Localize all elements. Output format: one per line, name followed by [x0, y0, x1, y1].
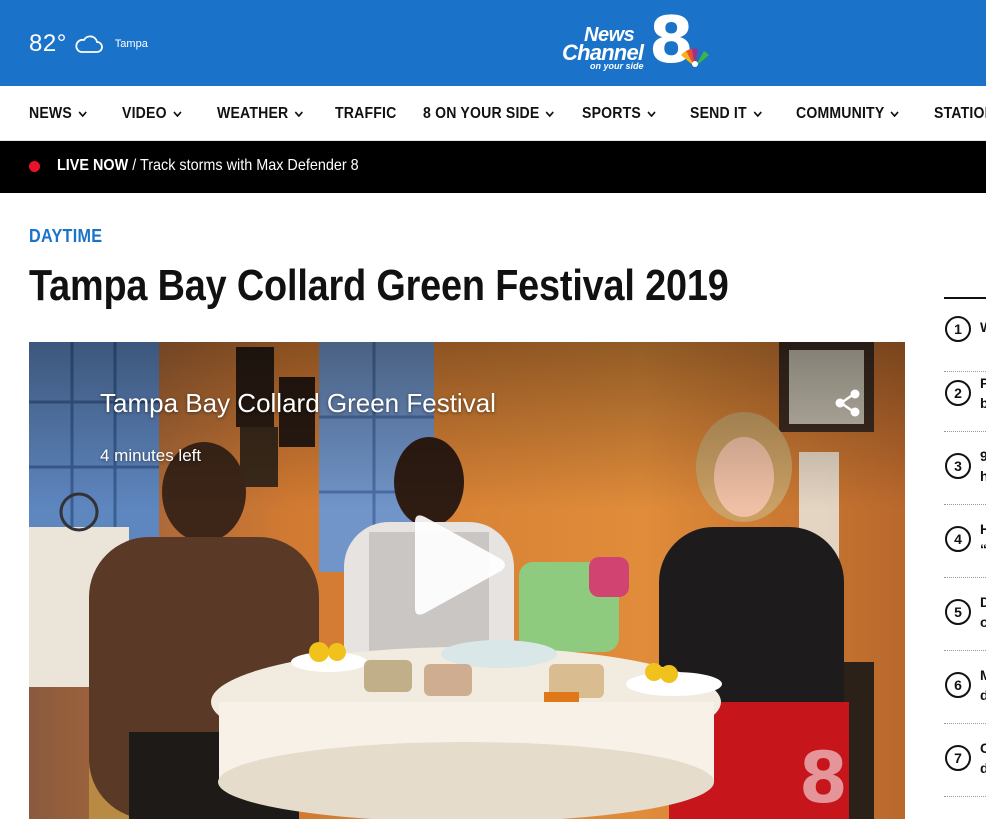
trending-item[interactable]: 2 P b [944, 359, 986, 432]
trending-rank: 6 [945, 672, 971, 698]
temperature: 82° [29, 30, 67, 57]
trending-title-line2: o [980, 614, 986, 630]
live-label: LIVE NOW [57, 157, 129, 174]
trending-rank: 4 [945, 526, 971, 552]
site-logo[interactable]: News Channel on your side 8 [562, 9, 714, 73]
chevron-down-icon [173, 111, 182, 117]
nav-item-label: WEATHER [217, 105, 289, 122]
trending-rank: 3 [945, 453, 971, 479]
nav-item-station[interactable]: STATION [934, 105, 986, 123]
trending-rank: 7 [945, 745, 971, 771]
live-now-bar[interactable]: LIVE NOW / Track storms with Max Defende… [0, 141, 986, 193]
trending-item[interactable]: 6 M d [944, 651, 986, 724]
chevron-down-icon [294, 111, 304, 117]
nav-item-label: STATION [934, 105, 986, 122]
nav-item-label: TRAFFIC [335, 105, 397, 122]
trending-title-line2: “ [980, 541, 986, 557]
nav-item-label: SEND IT [690, 105, 747, 122]
article-category[interactable]: DAYTIME [29, 226, 102, 247]
trending-title-line2: b [980, 395, 986, 411]
trending-rank: 5 [945, 599, 971, 625]
trending-title-line2: d [980, 760, 986, 776]
trending-title-line2: h [980, 468, 986, 484]
live-separator: / [128, 157, 140, 174]
chevron-down-icon [753, 111, 762, 117]
nav-item-weather[interactable]: WEATHER [217, 105, 304, 123]
nav-item-news[interactable]: NEWS [29, 105, 87, 123]
nav-item-traffic[interactable]: TRAFFIC [335, 105, 396, 123]
nav-item-label: SPORTS [582, 105, 641, 122]
site-header: 82° Tampa News Channel on your side 8 [0, 0, 986, 86]
share-icon[interactable] [833, 388, 863, 418]
nav-item-community[interactable]: COMMUNITY [796, 105, 900, 123]
trending-title: 9 [980, 448, 986, 464]
trending-title: C [980, 740, 986, 756]
nav-item-label: NEWS [29, 105, 72, 122]
chevron-down-icon [78, 111, 87, 117]
trending-item[interactable]: 4 H “ [944, 505, 986, 578]
chevron-down-icon [890, 111, 900, 117]
nav-item-video[interactable]: VIDEO [122, 105, 182, 123]
nav-item-label: 8 ON YOUR SIDE [423, 105, 540, 122]
video-time-left: 4 minutes left [100, 446, 202, 465]
chevron-down-icon [545, 111, 555, 117]
nav-item-sports[interactable]: SPORTS [582, 105, 656, 123]
trending-title: P [980, 375, 986, 391]
peacock-icon [681, 48, 709, 67]
chevron-down-icon [647, 111, 656, 117]
trending-item[interactable]: 7 C d [944, 724, 986, 797]
trending-title: H [980, 521, 986, 537]
live-message: Track storms with Max Defender 8 [139, 157, 359, 174]
logo-tagline: on your side [590, 61, 644, 71]
trending-item[interactable]: 3 9 h [944, 432, 986, 505]
trending-title: M [980, 667, 986, 683]
cloud-icon [75, 35, 103, 53]
article-headline: Tampa Bay Collard Green Festival 2019 [29, 261, 729, 310]
video-player[interactable]: 8 Tampa Bay Collard Green Festival 4 min… [29, 342, 905, 819]
trending-title-line2: d [980, 687, 986, 703]
trending-rank: 1 [945, 316, 971, 342]
main-nav: NEWS VIDEO WEATHER TRAFFIC 8 ON YOUR SID… [0, 86, 986, 141]
nav-item-8-on-your-side[interactable]: 8 ON YOUR SIDE [423, 105, 555, 123]
live-dot-icon [29, 161, 40, 172]
nav-item-send-it[interactable]: SEND IT [690, 105, 762, 123]
play-icon[interactable] [407, 510, 507, 620]
video-title: Tampa Bay Collard Green Festival [100, 388, 496, 418]
live-now-text: LIVE NOW / Track storms with Max Defende… [57, 157, 359, 175]
nav-item-label: COMMUNITY [796, 105, 885, 122]
trending-item[interactable]: 5 D o [944, 578, 986, 651]
weather-widget[interactable]: 82° Tampa [29, 30, 148, 58]
nav-item-label: VIDEO [122, 105, 167, 122]
weather-city: Tampa [114, 38, 148, 50]
trending-title: W [980, 319, 986, 335]
trending-title: D [980, 594, 986, 610]
trending-rank: 2 [945, 380, 971, 406]
